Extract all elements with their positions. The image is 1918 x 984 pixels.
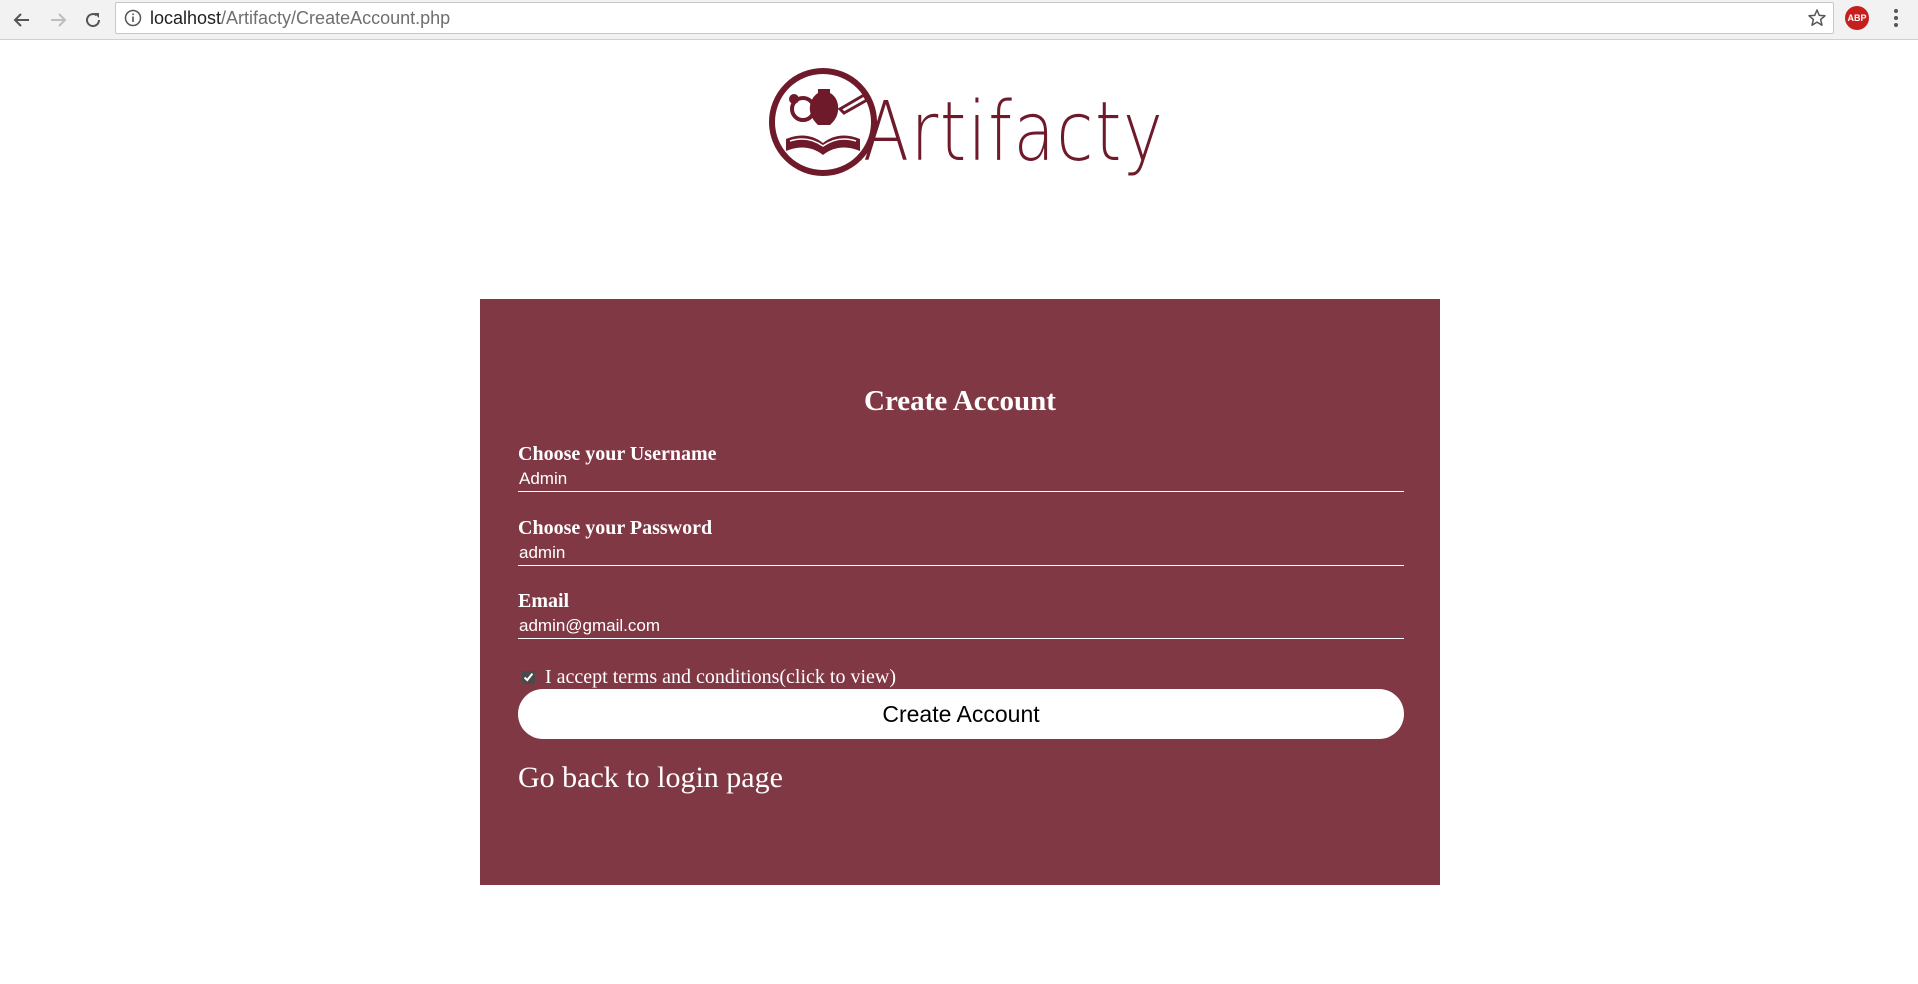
logo-wordmark: Artifacty bbox=[863, 85, 1165, 180]
star-icon[interactable] bbox=[1807, 8, 1827, 28]
terms-row: I accept terms and conditions(click to v… bbox=[522, 666, 896, 689]
reload-icon bbox=[86, 13, 101, 28]
email-input[interactable] bbox=[518, 613, 1404, 639]
url-host: localhost bbox=[150, 8, 222, 28]
info-icon[interactable] bbox=[124, 9, 142, 27]
username-input[interactable] bbox=[518, 466, 1404, 492]
back-to-login-link[interactable]: Go back to login page bbox=[518, 761, 783, 795]
artifact-emblem-icon bbox=[769, 68, 877, 176]
password-label: Choose your Password bbox=[518, 517, 713, 539]
password-group: Choose your Password bbox=[518, 517, 1404, 566]
username-group: Choose your Username bbox=[518, 443, 1404, 492]
adblock-extension-icon[interactable]: ABP bbox=[1845, 6, 1869, 30]
terms-link[interactable]: I accept terms and conditions(click to v… bbox=[545, 666, 896, 689]
forward-button[interactable] bbox=[42, 4, 74, 36]
password-input[interactable] bbox=[518, 540, 1404, 566]
form-title: Create Account bbox=[864, 385, 1056, 417]
forward-arrow-icon bbox=[51, 13, 67, 27]
email-label: Email bbox=[518, 590, 570, 612]
reload-button[interactable] bbox=[77, 4, 109, 36]
username-label: Choose your Username bbox=[518, 443, 717, 465]
browser-toolbar: localhost/Artifacty/CreateAccount.php AB… bbox=[0, 0, 1918, 40]
url-text[interactable]: localhost/Artifacty/CreateAccount.php bbox=[150, 3, 450, 33]
site-logo: Artifacty bbox=[768, 64, 1163, 194]
create-account-button[interactable]: Create Account bbox=[518, 689, 1404, 739]
create-account-panel: Create Account Choose your Username Choo… bbox=[480, 299, 1440, 885]
url-path: /Artifacty/CreateAccount.php bbox=[221, 8, 451, 28]
address-bar[interactable]: localhost/Artifacty/CreateAccount.php bbox=[115, 2, 1834, 34]
back-arrow-icon bbox=[13, 13, 29, 27]
terms-checkbox[interactable] bbox=[522, 671, 535, 684]
email-group: Email bbox=[518, 590, 1404, 639]
kebab-menu-icon[interactable] bbox=[1884, 6, 1908, 30]
back-button[interactable] bbox=[6, 4, 38, 36]
